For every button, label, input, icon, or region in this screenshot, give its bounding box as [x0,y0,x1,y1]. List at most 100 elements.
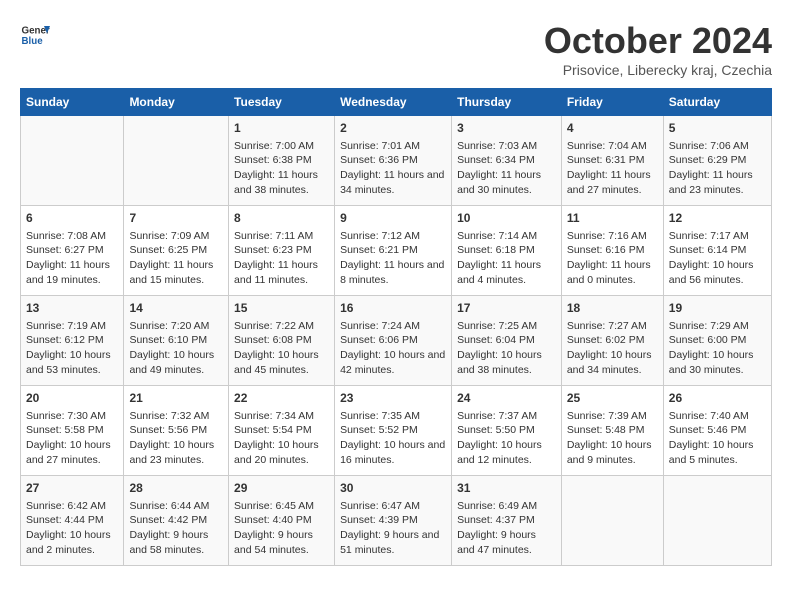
day-info: Daylight: 10 hours and 42 minutes. [340,348,446,377]
day-info: Daylight: 11 hours and 8 minutes. [340,258,446,287]
day-info: Sunset: 5:54 PM [234,423,329,438]
day-info: Sunrise: 7:01 AM [340,139,446,154]
day-info: Sunset: 4:40 PM [234,513,329,528]
day-info: Sunrise: 7:08 AM [26,229,118,244]
day-info: Daylight: 10 hours and 53 minutes. [26,348,118,377]
day-info: Sunset: 5:52 PM [340,423,446,438]
calendar-week-row: 6Sunrise: 7:08 AMSunset: 6:27 PMDaylight… [21,206,772,296]
month-title: October 2024 [544,20,772,62]
day-number: 16 [340,300,446,317]
day-info: Sunset: 4:39 PM [340,513,446,528]
day-info: Sunrise: 7:29 AM [669,319,766,334]
calendar-cell: 18Sunrise: 7:27 AMSunset: 6:02 PMDayligh… [561,296,663,386]
day-number: 1 [234,120,329,137]
calendar-cell: 12Sunrise: 7:17 AMSunset: 6:14 PMDayligh… [663,206,771,296]
calendar-cell: 24 Sunrise: 7:37 AMSunset: 5:50 PMDayligh… [452,386,562,476]
day-number: 23 [340,390,446,407]
day-number: 3 [457,120,556,137]
day-info: Daylight: 10 hours and 5 minutes. [669,438,766,467]
weekday-header: Friday [561,89,663,116]
logo: General Blue [20,20,50,50]
weekday-header: Monday [124,89,229,116]
day-info: Sunrise: 6:45 AM [234,499,329,514]
calendar-cell: 14Sunrise: 7:20 AMSunset: 6:10 PMDayligh… [124,296,229,386]
day-info: Sunrise: 7:12 AM [340,229,446,244]
day-info: Daylight: 11 hours and 11 minutes. [234,258,329,287]
day-info: Sunrise: 7:37 AM [457,409,556,424]
day-number: 28 [129,480,223,497]
day-info: Sunset: 6:06 PM [340,333,446,348]
day-number: 14 [129,300,223,317]
calendar-cell: 26Sunrise: 7:40 AMSunset: 5:46 PMDayligh… [663,386,771,476]
day-info: Sunrise: 7:09 AM [129,229,223,244]
calendar-cell: 1 Sunrise: 7:00 AMSunset: 6:38 PMDaylight… [229,116,335,206]
day-info: Daylight: 9 hours and 51 minutes. [340,528,446,557]
day-info: Sunset: 6:10 PM [129,333,223,348]
calendar-cell: 23 Sunrise: 7:35 AMSunset: 5:52 PMDayligh… [335,386,452,476]
day-info: Sunset: 6:36 PM [340,153,446,168]
day-info: Daylight: 11 hours and 38 minutes. [234,168,329,197]
calendar-cell: 20Sunrise: 7:30 AMSunset: 5:58 PMDayligh… [21,386,124,476]
day-info: Daylight: 10 hours and 12 minutes. [457,438,556,467]
calendar-cell: 7Sunrise: 7:09 AMSunset: 6:25 PMDaylight… [124,206,229,296]
day-info: Sunset: 4:44 PM [26,513,118,528]
day-info: Daylight: 11 hours and 4 minutes. [457,258,556,287]
day-info: Sunrise: 7:03 AM [457,139,556,154]
day-info: Sunrise: 7:24 AM [340,319,446,334]
day-info: Sunrise: 7:27 AM [567,319,658,334]
day-info: Daylight: 11 hours and 27 minutes. [567,168,658,197]
day-info: Sunset: 6:38 PM [234,153,329,168]
day-info: Daylight: 10 hours and 16 minutes. [340,438,446,467]
calendar-week-row: 27Sunrise: 6:42 AMSunset: 4:44 PMDayligh… [21,476,772,566]
day-info: Daylight: 10 hours and 23 minutes. [129,438,223,467]
calendar-cell: 4Sunrise: 7:04 AMSunset: 6:31 PMDaylight… [561,116,663,206]
day-number: 6 [26,210,118,227]
calendar-cell: 6Sunrise: 7:08 AMSunset: 6:27 PMDaylight… [21,206,124,296]
calendar-cell [561,476,663,566]
day-info: Sunrise: 7:06 AM [669,139,766,154]
calendar-cell: 29Sunrise: 6:45 AMSunset: 4:40 PMDayligh… [229,476,335,566]
calendar-cell: 31Sunrise: 6:49 AMSunset: 4:37 PMDayligh… [452,476,562,566]
svg-text:Blue: Blue [22,36,44,47]
day-info: Daylight: 9 hours and 54 minutes. [234,528,329,557]
day-info: Sunrise: 7:16 AM [567,229,658,244]
day-info: Sunset: 5:48 PM [567,423,658,438]
day-info: Sunset: 5:50 PM [457,423,556,438]
day-info: Sunrise: 7:14 AM [457,229,556,244]
day-number: 9 [340,210,446,227]
day-info: Sunrise: 7:30 AM [26,409,118,424]
day-info: Sunrise: 6:47 AM [340,499,446,514]
weekday-header: Sunday [21,89,124,116]
day-number: 20 [26,390,118,407]
day-info: Sunset: 6:31 PM [567,153,658,168]
day-info: Sunset: 5:46 PM [669,423,766,438]
day-info: Daylight: 11 hours and 34 minutes. [340,168,446,197]
calendar-cell: 15Sunrise: 7:22 AMSunset: 6:08 PMDayligh… [229,296,335,386]
day-info: Daylight: 9 hours and 58 minutes. [129,528,223,557]
calendar-cell: 10Sunrise: 7:14 AMSunset: 6:18 PMDayligh… [452,206,562,296]
day-info: Daylight: 10 hours and 27 minutes. [26,438,118,467]
calendar-cell: 21Sunrise: 7:32 AMSunset: 5:56 PMDayligh… [124,386,229,476]
day-number: 22 [234,390,329,407]
day-info: Sunrise: 7:00 AM [234,139,329,154]
day-info: Sunrise: 7:32 AM [129,409,223,424]
logo-icon: General Blue [20,20,50,50]
day-info: Daylight: 9 hours and 47 minutes. [457,528,556,557]
calendar-cell: 2Sunrise: 7:01 AMSunset: 6:36 PMDaylight… [335,116,452,206]
day-info: Sunrise: 7:35 AM [340,409,446,424]
day-info: Sunrise: 7:39 AM [567,409,658,424]
day-number: 13 [26,300,118,317]
calendar-cell: 16 Sunrise: 7:24 AMSunset: 6:06 PMDayligh… [335,296,452,386]
day-info: Daylight: 10 hours and 2 minutes. [26,528,118,557]
calendar-cell: 30Sunrise: 6:47 AMSunset: 4:39 PMDayligh… [335,476,452,566]
day-number: 26 [669,390,766,407]
day-info: Daylight: 11 hours and 0 minutes. [567,258,658,287]
day-number: 12 [669,210,766,227]
day-info: Sunset: 6:12 PM [26,333,118,348]
day-number: 24 [457,390,556,407]
day-number: 31 [457,480,556,497]
calendar-cell: 8Sunrise: 7:11 AMSunset: 6:23 PMDaylight… [229,206,335,296]
day-number: 19 [669,300,766,317]
day-info: Daylight: 10 hours and 49 minutes. [129,348,223,377]
day-number: 8 [234,210,329,227]
